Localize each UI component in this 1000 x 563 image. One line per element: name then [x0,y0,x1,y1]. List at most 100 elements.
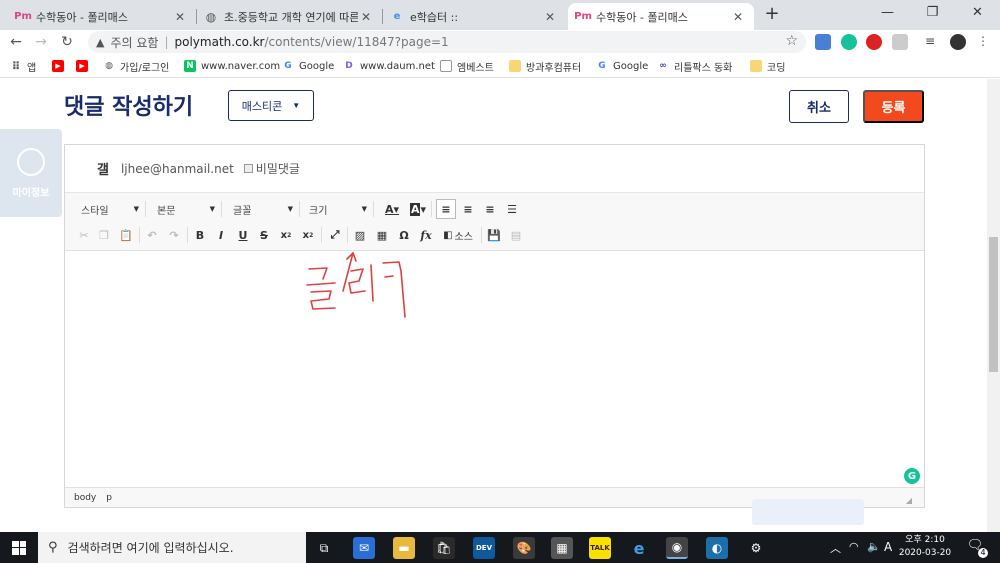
notification-center-icon[interactable]: 🗨 4 [966,538,988,558]
taskbar-clock[interactable]: 오후 2:10 2020-03-20 [895,534,955,560]
style-combo[interactable]: 스타일 ▼ [69,200,141,218]
reload-icon[interactable]: ↻ [57,32,77,52]
media-control-icon[interactable]: ≡ [925,34,941,50]
bookmark-star-icon[interactable]: ☆ [785,33,798,49]
template-icon[interactable]: ▤ [507,226,525,244]
security-label[interactable]: 주의 요함 [110,34,158,51]
wifi-icon[interactable]: ◠ [849,540,859,553]
menu-kebab-icon[interactable]: ⋮ [975,34,991,50]
new-tab-icon[interactable]: + [762,4,782,24]
paste-icon[interactable]: 📋 [117,226,135,244]
address-bar[interactable]: ▲ 주의 요함 | polymath.co.kr /contents/view/… [88,31,806,53]
start-button[interactable] [0,532,38,563]
minimize-icon[interactable]: — [865,0,910,28]
dev-cpp-icon[interactable]: DEV [473,537,495,559]
insert-image-icon[interactable]: ▨ [351,226,369,244]
bookmark-login[interactable]: ◍ 가입/로그인 [103,58,169,74]
format-combo[interactable]: 본문 ▼ [145,200,217,218]
path-p[interactable]: p [106,493,112,503]
profile-avatar-icon[interactable] [950,34,966,50]
translate-extension-icon[interactable] [815,34,831,50]
size-combo[interactable]: 크기 ▼ [297,200,369,218]
save-icon[interactable]: 💾 [485,226,503,244]
secret-comment-checkbox[interactable] [243,164,253,173]
formula-icon[interactable]: fx [417,226,435,244]
special-char-icon[interactable]: Ω [395,226,413,244]
font-combo[interactable]: 글꼴 ▼ [221,200,295,218]
bookmark-daum[interactable]: D www.daum.net [343,58,435,74]
tab-polymath-1[interactable]: Pm 수학동아 - 폴리매스 ✕ [8,3,196,30]
chrome-icon[interactable]: ◉ [666,537,688,559]
secret-comment-label[interactable]: 비밀댓글 [256,160,300,177]
subscript-icon[interactable]: x2 [277,226,295,244]
settings-gear-icon[interactable]: ⚙ [745,537,767,559]
copy-icon[interactable]: ❐ [95,226,113,244]
volume-icon[interactable]: 🔈 [867,540,881,553]
mathticon-dropdown[interactable]: 매스티콘 ▼ [228,90,314,121]
calculator-icon[interactable]: ▦ [551,537,573,559]
text-color-icon[interactable]: A▾ [381,200,403,218]
bold-icon[interactable]: B [191,226,209,244]
align-left-icon[interactable]: ≡ [436,199,456,219]
align-center-icon[interactable]: ≡ [459,200,477,218]
bookmark-coding[interactable]: 코딩 [750,58,785,74]
superscript-icon[interactable]: x2 [299,226,317,244]
close-tab-icon[interactable]: ✕ [358,10,374,24]
close-tab-icon[interactable]: ✕ [542,10,558,24]
url-path[interactable]: /contents/view/11847?page=1 [265,35,449,49]
back-arrow-icon[interactable]: ← [6,32,26,52]
taskbar-search[interactable]: ⚲ 검색하려면 여기에 입력하십시오. [38,532,306,563]
grammarly-icon[interactable]: G [904,468,920,484]
adblock-extension-icon[interactable] [866,34,882,50]
submit-button[interactable]: 등록 [863,90,924,123]
url-host[interactable]: polymath.co.kr [175,35,265,49]
scrollbar-thumb[interactable] [989,237,998,372]
bookmark-naver[interactable]: N www.naver.com [184,58,280,74]
cancel-button[interactable]: 취소 [789,90,849,123]
paint-icon[interactable]: 🎨 [513,537,535,559]
insert-table-icon[interactable]: ▦ [373,226,391,244]
close-window-icon[interactable]: ✕ [955,0,1000,28]
underline-icon[interactable]: U [234,226,252,244]
bookmark-afterschool[interactable]: 방과후컴퓨터 [509,58,581,74]
restore-icon[interactable]: ❐ [910,0,955,28]
tab-school-news[interactable]: ◍ 초.중등학교 개학 연기에 따른 온 ✕ [196,3,382,30]
path-body[interactable]: body [74,493,96,503]
tab-polymath-active[interactable]: Pm 수학동아 - 폴리매스 ✕ [568,3,754,30]
bookmark-google-2[interactable]: G Google [596,58,648,74]
bookmark-littlefox[interactable]: ∞ 리틀팍스 동화 [657,58,732,74]
task-view-icon[interactable]: ⧉ [313,537,335,559]
redo-icon[interactable]: ↷ [165,226,183,244]
editor-content-area[interactable]: G [65,251,924,487]
ime-indicator[interactable]: A [884,540,892,554]
kakaotalk-icon[interactable]: TALK [589,537,611,559]
resize-grip-icon[interactable]: ◢ [906,496,912,505]
page-scrollbar[interactable] [987,79,1000,532]
bookmark-youtube-1[interactable]: ▶ [52,58,69,74]
store-icon[interactable]: 🛍 [433,537,455,559]
file-explorer-icon[interactable]: ▬ [393,537,415,559]
tab-elearning[interactable]: e e학습터 :: ✕ [382,3,566,30]
source-button[interactable]: ◧ 소스 [439,226,477,244]
bookmark-google-1[interactable]: G Google [282,58,334,74]
forward-arrow-icon[interactable]: → [31,32,51,52]
mail-icon[interactable]: ✉ [353,537,375,559]
bookmark-youtube-2[interactable]: ▶ [76,58,93,74]
align-right-icon[interactable]: ≡ [481,200,499,218]
bookmark-apps[interactable]: ⠿ 앱 [10,58,37,74]
tray-chevron-up-icon[interactable]: ︿ [830,540,841,556]
close-tab-icon[interactable]: ✕ [730,10,746,24]
my-info-sidebar[interactable]: 마이정보 [0,129,62,217]
undo-icon[interactable]: ↶ [143,226,161,244]
close-tab-icon[interactable]: ✕ [172,10,188,24]
strikethrough-icon[interactable]: S [255,226,273,244]
warning-icon[interactable]: ▲ [96,36,104,49]
cast-extension-icon[interactable] [892,34,908,50]
bookmark-mbest[interactable]: 엠베스트 [440,58,494,74]
italic-icon[interactable]: I [212,226,230,244]
internet-explorer-icon[interactable]: e [628,537,650,559]
cut-icon[interactable]: ✂ [75,226,93,244]
maximize-icon[interactable]: ⤢ [326,226,344,244]
app-icon[interactable]: ◐ [706,537,728,559]
grammarly-extension-icon[interactable] [841,34,857,50]
